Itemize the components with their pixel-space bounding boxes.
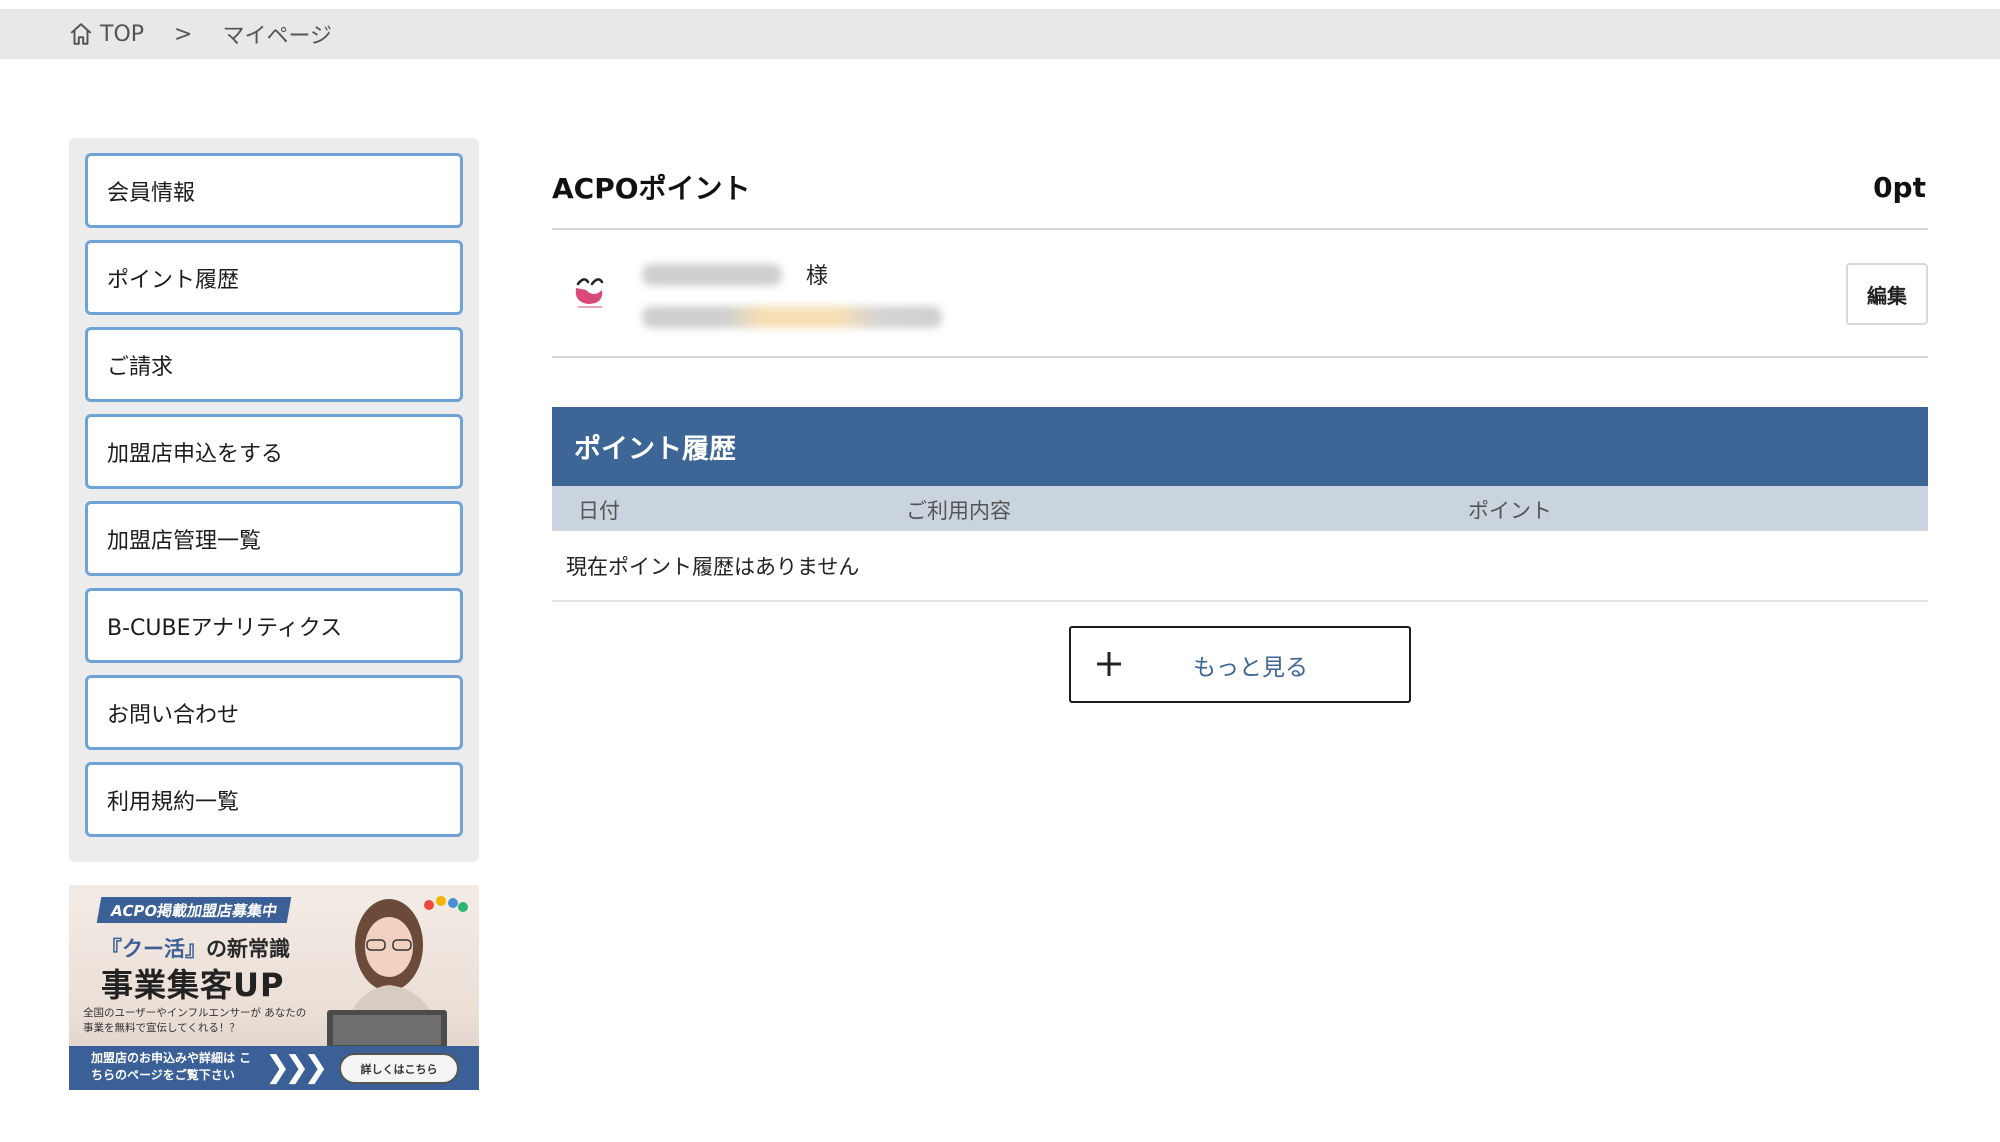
sidebar-item-b-cube-analytics[interactable]: B-CUBEアナリティクス — [85, 588, 463, 663]
sidebar-item-member-info[interactable]: 会員情報 — [85, 153, 463, 228]
points-title: ACPOポイント — [552, 172, 751, 205]
point-history-title: ポイント履歴 — [552, 407, 1928, 486]
column-usage: ご利用内容 — [906, 499, 1011, 523]
point-history-panel: ポイント履歴 日付 ご利用内容 ポイント 現在ポイント履歴はありません もっと見… — [552, 407, 1928, 703]
acpo-logo-icon — [424, 896, 468, 912]
sidebar-item-label: 加盟店申込をする — [107, 441, 284, 467]
sidebar-item-label: B-CUBEアナリティクス — [107, 615, 343, 641]
user-name-redacted — [642, 264, 782, 286]
breadcrumb: TOP > マイページ — [0, 9, 2000, 59]
edit-profile-button[interactable]: 編集 — [1846, 263, 1928, 325]
avatar — [575, 278, 604, 308]
banner-tag: ACPO掲載加盟店募集中 — [96, 897, 292, 923]
sidebar-item-label: ご請求 — [107, 354, 174, 380]
show-more-label: もっと見る — [1193, 655, 1308, 681]
banner-headline: 『クー活』の新常識 — [101, 933, 290, 963]
history-table-header: 日付 ご利用内容 ポイント — [552, 486, 1928, 531]
banner-detail-button[interactable]: 詳しくはこちら — [339, 1053, 459, 1084]
banner-footer-text: 加盟店のお申込みや詳細は こちらのページをご覧下さい — [91, 1051, 252, 1082]
sidebar-item-billing[interactable]: ご請求 — [85, 327, 463, 402]
banner-subcopy: 全国のユーザーやインフルエンサーが あなたの事業を無料で宣伝してくれる！？ — [83, 1007, 307, 1034]
banner-footer: 加盟店のお申込みや詳細は こちらのページをご覧下さい ❯❯❯ 詳しくはこちら — [69, 1046, 479, 1090]
plus-icon — [1097, 652, 1121, 676]
points-value: 0pt — [1873, 170, 1926, 204]
store-recruit-banner[interactable]: ACPO掲載加盟店募集中 『クー活』の新常識 事業集客UP 全国のユーザーやイン… — [69, 885, 479, 1090]
sidebar-item-label: ポイント履歴 — [107, 267, 240, 293]
home-icon[interactable] — [68, 21, 94, 47]
sidebar-item-store-management[interactable]: 加盟店管理一覧 — [85, 501, 463, 576]
points-summary: ACPOポイント 0pt — [552, 138, 1928, 230]
column-points: ポイント — [1468, 499, 1552, 523]
breadcrumb-current: マイページ — [222, 24, 333, 49]
sidebar-item-label: 利用規約一覧 — [107, 789, 240, 815]
honorific-label: 様 — [806, 264, 829, 289]
sidebar-item-label: お問い合わせ — [107, 702, 240, 728]
company-name-redacted — [642, 306, 942, 328]
sidebar-item-point-history[interactable]: ポイント履歴 — [85, 240, 463, 315]
sidebar-item-contact[interactable]: お問い合わせ — [85, 675, 463, 750]
more-button-wrap: もっと見る — [552, 626, 1928, 703]
sidebar-item-terms[interactable]: 利用規約一覧 — [85, 762, 463, 837]
breadcrumb-home-link[interactable]: TOP — [100, 22, 144, 47]
column-date: 日付 — [578, 499, 620, 523]
breadcrumb-separator: > — [174, 21, 193, 47]
history-empty-message: 現在ポイント履歴はありません — [552, 531, 1928, 602]
sidebar: 会員情報 ポイント履歴 ご請求 加盟店申込をする 加盟店管理一覧 B-CUBEア… — [69, 138, 479, 862]
show-more-button[interactable]: もっと見る — [1069, 626, 1411, 703]
banner-arrows-icon: ❯❯❯ — [265, 1050, 328, 1085]
main-content: ACPOポイント 0pt 様 編集 ポイント履歴 日付 ご利用内容 ポイント 現… — [552, 138, 1928, 703]
profile-card: 様 編集 — [552, 230, 1928, 358]
banner-headline-rest: の新常識 — [206, 937, 290, 961]
banner-main-copy: 事業集客UP — [101, 966, 285, 1004]
sidebar-item-label: 加盟店管理一覧 — [107, 528, 262, 554]
sidebar-item-label: 会員情報 — [107, 180, 196, 206]
sidebar-item-apply-store[interactable]: 加盟店申込をする — [85, 414, 463, 489]
banner-headline-highlight: 『クー活』 — [101, 937, 206, 961]
